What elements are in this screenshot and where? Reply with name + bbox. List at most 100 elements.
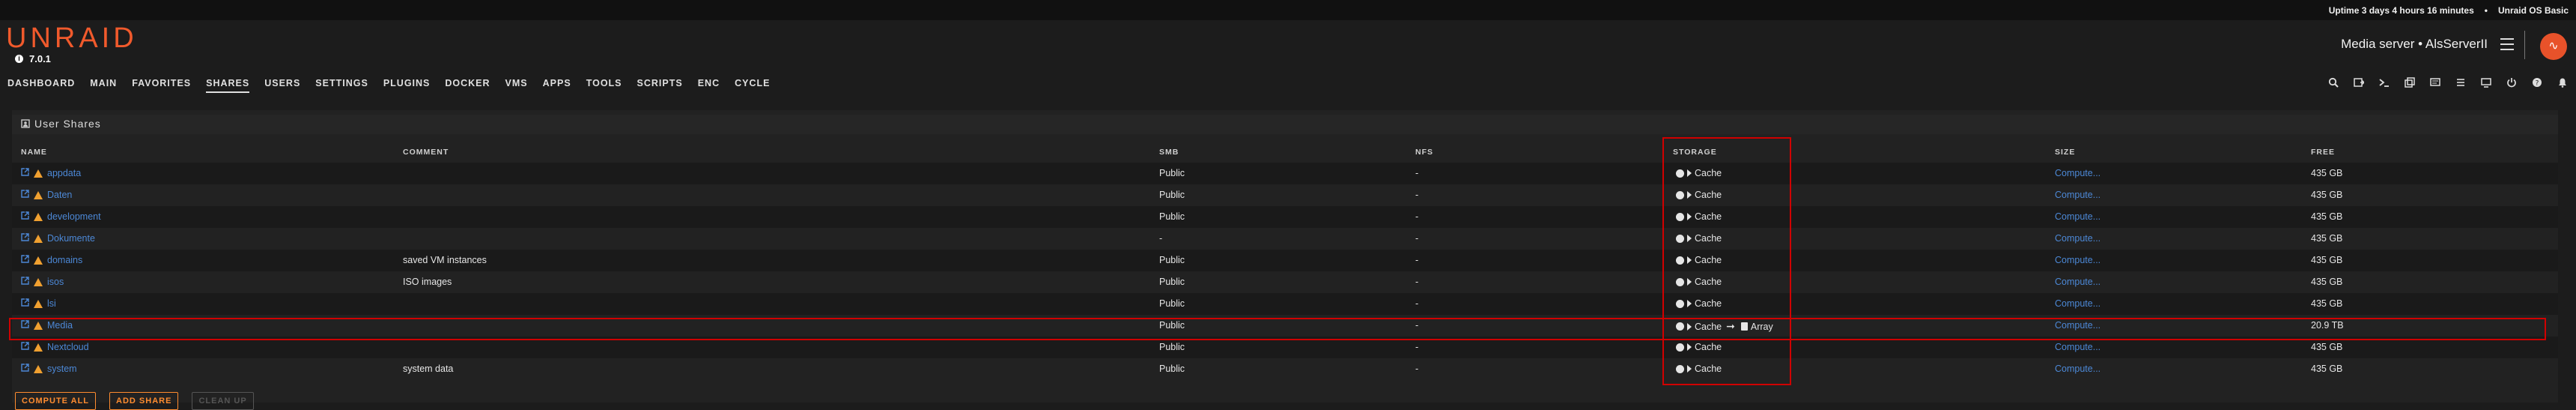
display-icon[interactable] bbox=[2480, 76, 2492, 88]
share-name-link[interactable]: Daten bbox=[47, 190, 72, 200]
nav-item-vms[interactable]: VMS bbox=[505, 78, 528, 88]
compute-all-button[interactable]: COMPUTE ALL bbox=[15, 392, 97, 410]
share-name-link[interactable]: lsi bbox=[47, 298, 56, 309]
col-nfs[interactable]: NFS bbox=[1415, 148, 1433, 157]
version: i 7.0.1 bbox=[15, 53, 51, 64]
share-name-link[interactable]: Nextcloud bbox=[47, 342, 89, 352]
smb-cell: Public bbox=[1159, 255, 1185, 265]
table-row: domains saved VM instances Public - Cach… bbox=[12, 250, 2558, 271]
compute-size-link[interactable]: Compute... bbox=[2055, 255, 2100, 265]
storage-primary: Cache bbox=[1695, 364, 1722, 374]
share-name-link[interactable]: domains bbox=[47, 255, 82, 265]
nav-item-shares[interactable]: SHARES bbox=[206, 78, 250, 93]
status-bar: Uptime 3 days 4 hours 16 minutes • Unraid … bbox=[0, 0, 2576, 20]
play-icon bbox=[1687, 278, 1692, 286]
panel-title: User Shares bbox=[34, 118, 101, 130]
share-name-link[interactable]: isos bbox=[47, 277, 64, 287]
table-row: Daten Public - Cache Compute... 435 GB bbox=[12, 184, 2558, 206]
external-link-icon[interactable] bbox=[21, 211, 29, 222]
external-link-icon[interactable] bbox=[21, 298, 29, 309]
external-link-icon[interactable] bbox=[21, 320, 29, 331]
edition-text: Unraid OS Basic bbox=[2497, 5, 2569, 16]
logs-icon[interactable] bbox=[2353, 76, 2365, 88]
name-cell: lsi bbox=[21, 298, 56, 309]
avatar[interactable]: ∿ bbox=[2540, 33, 2567, 60]
nav-item-favorites[interactable]: FAVORITES bbox=[132, 78, 191, 88]
storage-cell: Cache bbox=[1676, 255, 1722, 265]
info-icon[interactable]: i bbox=[15, 55, 23, 63]
nav-item-apps[interactable]: APPS bbox=[543, 78, 571, 88]
compute-size-link[interactable]: Compute... bbox=[2055, 320, 2100, 331]
storage-primary: Cache bbox=[1695, 211, 1722, 222]
share-name-link[interactable]: appdata bbox=[47, 168, 81, 178]
nav-item-plugins[interactable]: PLUGINS bbox=[383, 78, 431, 88]
nfs-cell: - bbox=[1415, 320, 1419, 331]
play-icon bbox=[1687, 213, 1692, 220]
nav-item-dashboard[interactable]: DASHBOARD bbox=[7, 78, 75, 88]
free-cell: 435 GB bbox=[2311, 298, 2343, 309]
warning-icon bbox=[34, 321, 43, 330]
free-cell: 435 GB bbox=[2311, 233, 2343, 244]
svg-text:?: ? bbox=[2536, 80, 2539, 88]
name-cell: isos bbox=[21, 277, 64, 287]
nav-item-users[interactable]: USERS bbox=[264, 78, 300, 88]
pool-icon bbox=[1676, 234, 1684, 243]
nav-item-enc[interactable]: ENC bbox=[698, 78, 720, 88]
nav-item-scripts[interactable]: SCRIPTS bbox=[637, 78, 683, 88]
add-share-button[interactable]: ADD SHARE bbox=[109, 392, 179, 410]
nfs-cell: - bbox=[1415, 342, 1419, 352]
external-link-icon[interactable] bbox=[21, 255, 29, 265]
smb-cell: Public bbox=[1159, 190, 1185, 200]
col-comment[interactable]: COMMENT bbox=[403, 148, 449, 157]
help-icon[interactable]: ? bbox=[2531, 76, 2543, 88]
nav-item-docker[interactable]: DOCKER bbox=[445, 78, 490, 88]
nfs-cell: - bbox=[1415, 298, 1419, 309]
nav-item-cycle[interactable]: CYCLE bbox=[735, 78, 770, 88]
compute-size-link[interactable]: Compute... bbox=[2055, 277, 2100, 287]
compute-size-link[interactable]: Compute... bbox=[2055, 342, 2100, 352]
external-link-icon[interactable] bbox=[21, 277, 29, 287]
compute-size-link[interactable]: Compute... bbox=[2055, 168, 2100, 178]
storage-cell: Cache bbox=[1676, 211, 1722, 222]
storage-cell: Cache bbox=[1676, 364, 1722, 374]
nav-item-settings[interactable]: SETTINGS bbox=[315, 78, 368, 88]
pool-icon bbox=[1676, 169, 1684, 178]
name-cell: Nextcloud bbox=[21, 342, 89, 352]
power-icon[interactable] bbox=[2506, 76, 2518, 88]
nav-item-main[interactable]: MAIN bbox=[90, 78, 117, 88]
share-name-link[interactable]: Media bbox=[47, 320, 73, 331]
clean-up-button[interactable]: CLEAN UP bbox=[192, 392, 254, 410]
nav-item-tools[interactable]: TOOLS bbox=[586, 78, 622, 88]
log-file-icon[interactable] bbox=[2455, 76, 2467, 88]
col-free[interactable]: FREE bbox=[2311, 148, 2335, 157]
compute-size-link[interactable]: Compute... bbox=[2055, 211, 2100, 222]
new-window-icon[interactable] bbox=[2404, 76, 2416, 88]
share-name-link[interactable]: Dokumente bbox=[47, 233, 95, 244]
external-link-icon[interactable] bbox=[21, 168, 29, 178]
compute-size-link[interactable]: Compute... bbox=[2055, 298, 2100, 309]
external-link-icon[interactable] bbox=[21, 364, 29, 374]
nfs-cell: - bbox=[1415, 277, 1419, 287]
feedback-icon[interactable] bbox=[2429, 76, 2441, 88]
hamburger-menu-icon[interactable] bbox=[2500, 38, 2514, 50]
free-cell: 435 GB bbox=[2311, 168, 2343, 178]
unraid-logo[interactable]: UNRAID bbox=[6, 23, 138, 53]
comment-cell: ISO images bbox=[403, 277, 452, 287]
col-name[interactable]: NAME bbox=[21, 148, 47, 157]
share-name-link[interactable]: development bbox=[47, 211, 101, 222]
table-row: lsi Public - Cache Compute... 435 GB bbox=[12, 293, 2558, 315]
external-link-icon[interactable] bbox=[21, 342, 29, 352]
terminal-icon[interactable] bbox=[2378, 76, 2390, 88]
search-icon[interactable] bbox=[2327, 76, 2339, 88]
compute-size-link[interactable]: Compute... bbox=[2055, 233, 2100, 244]
col-size[interactable]: SIZE bbox=[2055, 148, 2075, 157]
external-link-icon[interactable] bbox=[21, 233, 29, 244]
notifications-icon[interactable] bbox=[2557, 76, 2569, 88]
external-link-icon[interactable] bbox=[21, 190, 29, 200]
compute-size-link[interactable]: Compute... bbox=[2055, 364, 2100, 374]
col-smb[interactable]: SMB bbox=[1159, 148, 1179, 157]
share-name-link[interactable]: system bbox=[47, 364, 77, 374]
table-header: NAME COMMENT SMB NFS STORAGE SIZE FREE bbox=[12, 143, 2558, 160]
col-storage[interactable]: STORAGE bbox=[1673, 148, 1717, 157]
compute-size-link[interactable]: Compute... bbox=[2055, 190, 2100, 200]
